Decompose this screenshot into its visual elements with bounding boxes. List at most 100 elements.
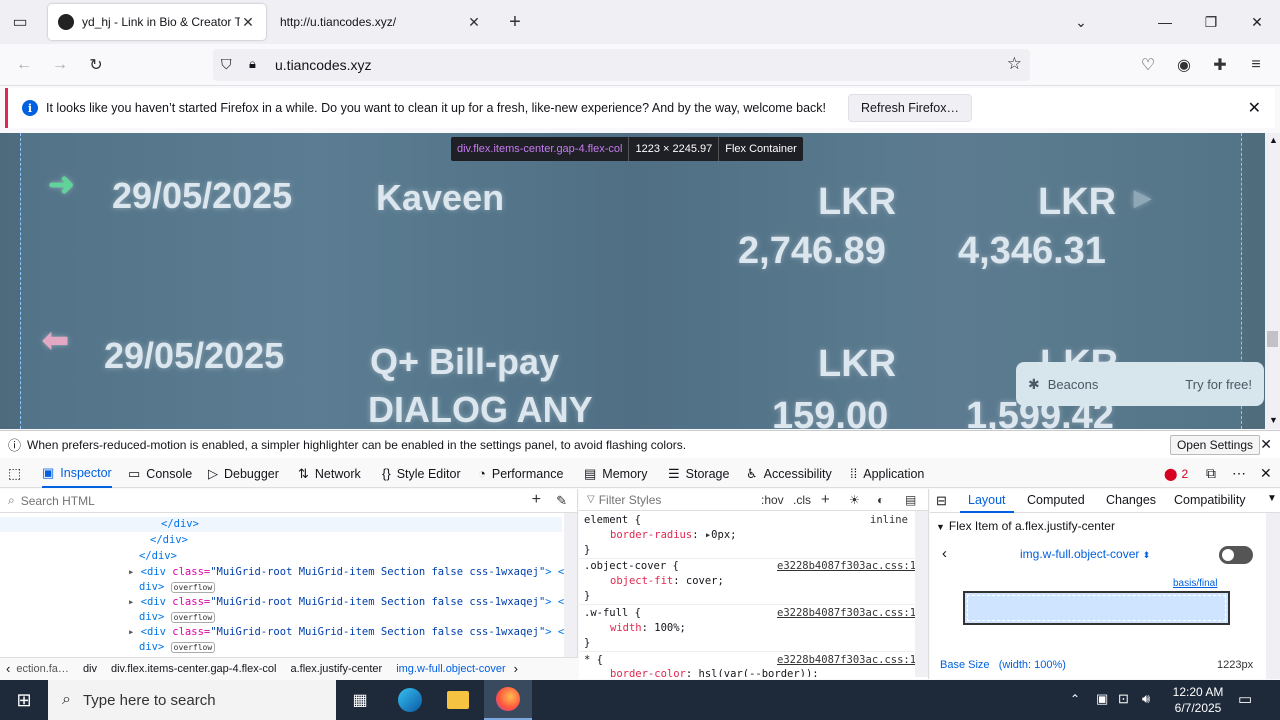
volume-icon[interactable]: 🔊︎ bbox=[1142, 691, 1150, 707]
network-icon[interactable]: ⊡ bbox=[1118, 691, 1129, 707]
tab-list-icon[interactable]: ▭ bbox=[6, 8, 34, 36]
show-hidden-icons-icon[interactable]: ⌃ bbox=[1070, 692, 1080, 706]
expand-icon[interactable]: ▸ bbox=[128, 626, 141, 638]
breadcrumb-item[interactable]: div bbox=[83, 663, 97, 675]
cls-toggle[interactable]: .cls bbox=[793, 493, 811, 507]
breadcrumb-item[interactable]: div.flex.items-center.gap-4.flex-col bbox=[111, 663, 276, 675]
overflow-badge[interactable]: overflow bbox=[170, 612, 216, 623]
page-scrollbar[interactable]: ▲ ▼ bbox=[1265, 133, 1280, 429]
tab-application[interactable]: ⁞⁞ Application bbox=[850, 459, 924, 488]
rule-selector[interactable]: element { bbox=[584, 513, 641, 528]
lock-icon[interactable]: 🔒︎ bbox=[249, 56, 256, 72]
windows-start-icon[interactable]: ⊞ bbox=[0, 680, 48, 720]
scroll-down-icon[interactable]: ▼ bbox=[1269, 415, 1278, 425]
extensions-icon[interactable]: ✚ bbox=[1206, 51, 1234, 79]
refresh-firefox-button[interactable]: Refresh Firefox… bbox=[848, 94, 972, 122]
flex-item-select[interactable]: img.w-full.object-cover ⬍ bbox=[1020, 547, 1150, 561]
new-tab-icon[interactable]: + bbox=[501, 8, 529, 36]
forward-icon[interactable]: → bbox=[46, 51, 74, 79]
task-view-icon[interactable]: ▦ bbox=[336, 680, 384, 720]
collapse-icon[interactable]: ▼ bbox=[936, 522, 945, 532]
html-node-grid[interactable]: ▸ <div class="MuiGrid-root MuiGrid-item … bbox=[128, 625, 571, 640]
add-node-icon[interactable]: + bbox=[532, 491, 541, 509]
add-rule-icon[interactable]: + bbox=[821, 491, 830, 508]
chevron-left-icon[interactable]: ‹ bbox=[942, 545, 947, 562]
beacons-cta[interactable]: Try for free! bbox=[1185, 377, 1252, 392]
tab-style-editor[interactable]: {} Style Editor bbox=[382, 459, 461, 488]
light-scheme-icon[interactable]: ☀ bbox=[849, 493, 860, 507]
taskbar-search[interactable]: ⌕ Type here to search bbox=[48, 680, 336, 720]
url-bar[interactable]: ⛉ 🔒︎ u.tiancodes.xyz ☆ bbox=[213, 49, 1030, 81]
tab-layout[interactable]: Layout bbox=[960, 489, 1014, 513]
highlight-toggle[interactable] bbox=[1219, 546, 1253, 564]
shield-icon[interactable]: ⛉ bbox=[221, 56, 232, 73]
menu-icon[interactable]: ≡ bbox=[1242, 51, 1270, 79]
rule-source-link[interactable]: e3228b4087f303ac.css:1 bbox=[777, 559, 916, 574]
html-node-grid[interactable]: ▸ <div class="MuiGrid-root MuiGrid-item … bbox=[128, 565, 571, 580]
sidebar-overflow-icon[interactable]: ▼ bbox=[1267, 493, 1277, 504]
dark-scheme-icon[interactable]: ◐ bbox=[877, 493, 884, 507]
tab-active[interactable]: yd_hj - Link in Bio & Creator To ✕ bbox=[48, 4, 266, 40]
firefox-icon[interactable] bbox=[484, 680, 532, 720]
html-node-grid-end[interactable]: div> overflow bbox=[139, 640, 216, 655]
markup-scrollbar[interactable] bbox=[564, 513, 577, 657]
close-window-icon[interactable]: ✕ bbox=[1234, 0, 1280, 44]
tab-second[interactable]: http://u.tiancodes.xyz/ ✕ bbox=[270, 4, 492, 40]
pick-element-icon[interactable]: ⬚ bbox=[8, 459, 21, 488]
layout-scrollbar[interactable] bbox=[1266, 513, 1280, 679]
rule-declaration[interactable]: width: 100%; bbox=[610, 621, 686, 636]
breadcrumb-item[interactable]: ection.fa… bbox=[16, 663, 69, 675]
close-devtools-icon[interactable]: ✕ bbox=[1260, 459, 1272, 488]
rule-declaration[interactable]: border-radius: ▸0px; bbox=[610, 528, 736, 543]
tab-debugger[interactable]: ▷ Debugger bbox=[208, 459, 279, 488]
tab-computed[interactable]: Computed bbox=[1027, 493, 1085, 507]
flex-item-header[interactable]: ▼ Flex Item of a.flex.justify-center bbox=[936, 519, 1115, 533]
filter-styles-input[interactable]: Filter Styles bbox=[599, 493, 662, 507]
rule-selector[interactable]: * { bbox=[584, 653, 603, 668]
html-node-close[interactable]: </div> bbox=[161, 517, 199, 532]
expand-icon[interactable]: ▸ bbox=[128, 566, 141, 578]
rule-source-link[interactable]: e3228b4087f303ac.css:1 bbox=[777, 653, 916, 668]
close-notice-icon[interactable]: ✕ bbox=[1260, 436, 1272, 453]
tab-network[interactable]: ⇅ Network bbox=[298, 459, 361, 488]
rule-selector[interactable]: .w-full { bbox=[584, 606, 641, 621]
list-all-tabs-icon[interactable]: ⌄ bbox=[1058, 0, 1104, 44]
html-node-grid[interactable]: ▸ <div class="MuiGrid-root MuiGrid-item … bbox=[128, 595, 571, 610]
breadcrumb-item-active[interactable]: img.w-full.object-cover bbox=[396, 663, 505, 675]
expand-icon[interactable]: ▸ bbox=[128, 596, 141, 608]
scroll-up-icon[interactable]: ▲ bbox=[1269, 135, 1278, 145]
close-tab-icon[interactable]: ✕ bbox=[466, 14, 482, 31]
toggle-sidebar-icon[interactable]: ⊟ bbox=[936, 493, 947, 509]
chevron-left-icon[interactable]: ‹ bbox=[6, 661, 10, 676]
restore-icon[interactable]: ❐ bbox=[1188, 0, 1234, 44]
device-icon[interactable]: ▣ bbox=[1096, 691, 1108, 707]
print-icon[interactable]: ▤ bbox=[905, 493, 916, 507]
scroll-thumb[interactable] bbox=[1267, 331, 1278, 347]
minimize-icon[interactable]: — bbox=[1142, 0, 1188, 44]
tab-accessibility[interactable]: ♿︎ Accessibility bbox=[746, 459, 832, 488]
account-icon[interactable]: ◉ bbox=[1170, 51, 1198, 79]
tab-memory[interactable]: ▤ Memory bbox=[584, 459, 647, 488]
close-tab-icon[interactable]: ✕ bbox=[240, 14, 256, 31]
rules-scrollbar[interactable] bbox=[915, 511, 928, 677]
hov-toggle[interactable]: :hov bbox=[761, 493, 784, 507]
rule-selector[interactable]: .object-cover { bbox=[584, 559, 679, 574]
notifications-icon[interactable]: ▭ bbox=[1238, 690, 1252, 708]
tab-changes[interactable]: Changes bbox=[1106, 493, 1156, 507]
tab-compatibility[interactable]: Compatibility bbox=[1174, 493, 1246, 507]
eyedropper-icon[interactable]: ✎ bbox=[556, 493, 567, 509]
tab-inspector[interactable]: ▣ Inspector bbox=[42, 459, 112, 488]
overflow-badge[interactable]: overflow bbox=[170, 642, 216, 653]
tab-storage[interactable]: ☰ Storage bbox=[668, 459, 729, 488]
dock-icon[interactable]: ⧉ bbox=[1206, 459, 1216, 488]
rule-declaration[interactable]: object-fit: cover; bbox=[610, 574, 724, 589]
rule-declaration[interactable]: border-color: hsl(var(--border)); bbox=[610, 667, 819, 677]
overflow-badge[interactable]: overflow bbox=[170, 582, 216, 593]
pocket-icon[interactable]: ♡ bbox=[1134, 51, 1162, 79]
tab-performance[interactable]: ◔ Performance bbox=[478, 459, 563, 488]
edge-icon[interactable] bbox=[386, 680, 434, 720]
taskbar-search-input[interactable]: Type here to search bbox=[83, 692, 216, 709]
html-node-grid-end[interactable]: div> overflow bbox=[139, 610, 216, 625]
html-node-close[interactable]: </div> bbox=[150, 533, 188, 548]
html-node-close[interactable]: </div> bbox=[139, 549, 177, 564]
